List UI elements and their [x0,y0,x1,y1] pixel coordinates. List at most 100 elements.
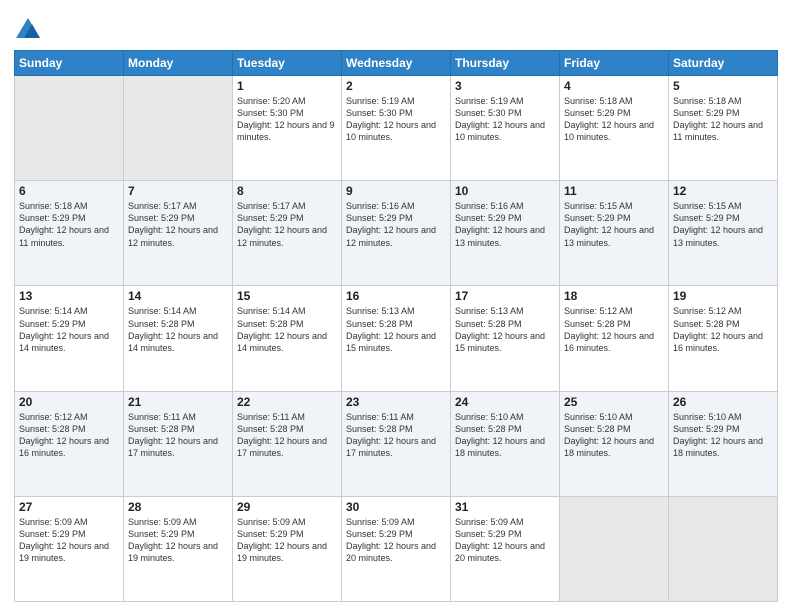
day-number: 16 [346,289,446,303]
calendar-cell: 1Sunrise: 5:20 AMSunset: 5:30 PMDaylight… [233,76,342,181]
calendar-cell: 27 Sunrise: 5:09 AMSunset: 5:29 PMDayligh… [15,496,124,601]
day-number: 3 [455,79,555,93]
day-number: 6 [19,184,119,198]
header-day-wednesday: Wednesday [342,51,451,76]
calendar-cell [560,496,669,601]
day-number: 4 [564,79,664,93]
day-info: Sunrise: 5:09 AMSunset: 5:29 PMDaylight:… [455,516,555,565]
header-row: SundayMondayTuesdayWednesdayThursdayFrid… [15,51,778,76]
calendar-cell: 19Sunrise: 5:12 AMSunset: 5:28 PMDayligh… [669,286,778,391]
week-row-3: 13Sunrise: 5:14 AMSunset: 5:29 PMDayligh… [15,286,778,391]
day-number: 27 [19,500,119,514]
week-row-4: 20Sunrise: 5:12 AMSunset: 5:28 PMDayligh… [15,391,778,496]
calendar-cell: 2Sunrise: 5:19 AMSunset: 5:30 PMDaylight… [342,76,451,181]
day-info: Sunrise: 5:09 AMSunset: 5:29 PMDaylight:… [19,516,119,565]
day-info: Sunrise: 5:11 AMSunset: 5:28 PMDaylight:… [346,411,446,460]
header-day-thursday: Thursday [451,51,560,76]
calendar-cell: 17 Sunrise: 5:13 AMSunset: 5:28 PMDayligh… [451,286,560,391]
day-info: Sunrise: 5:13 AMSunset: 5:28 PMDaylight:… [455,305,555,354]
header-day-monday: Monday [124,51,233,76]
week-row-1: 1Sunrise: 5:20 AMSunset: 5:30 PMDaylight… [15,76,778,181]
calendar: SundayMondayTuesdayWednesdayThursdayFrid… [14,50,778,602]
calendar-cell: 23 Sunrise: 5:11 AMSunset: 5:28 PMDayligh… [342,391,451,496]
day-number: 25 [564,395,664,409]
calendar-cell: 11Sunrise: 5:15 AMSunset: 5:29 PMDayligh… [560,181,669,286]
calendar-cell: 4 Sunrise: 5:18 AMSunset: 5:29 PMDaylight… [560,76,669,181]
day-number: 7 [128,184,228,198]
day-info: Sunrise: 5:18 AMSunset: 5:29 PMDaylight:… [564,95,664,144]
day-number: 17 [455,289,555,303]
day-info: Sunrise: 5:10 AMSunset: 5:28 PMDaylight:… [455,411,555,460]
calendar-cell [124,76,233,181]
day-info: Sunrise: 5:17 AMSunset: 5:29 PMDaylight:… [128,200,228,249]
logo-icon [14,16,42,44]
calendar-cell: 13Sunrise: 5:14 AMSunset: 5:29 PMDayligh… [15,286,124,391]
calendar-cell [15,76,124,181]
day-info: Sunrise: 5:13 AMSunset: 5:28 PMDaylight:… [346,305,446,354]
day-number: 29 [237,500,337,514]
day-number: 22 [237,395,337,409]
day-number: 30 [346,500,446,514]
calendar-cell: 7 Sunrise: 5:17 AMSunset: 5:29 PMDaylight… [124,181,233,286]
calendar-cell: 26 Sunrise: 5:10 AMSunset: 5:29 PMDayligh… [669,391,778,496]
calendar-cell: 10 Sunrise: 5:16 AMSunset: 5:29 PMDayligh… [451,181,560,286]
day-info: Sunrise: 5:10 AMSunset: 5:28 PMDaylight:… [564,411,664,460]
logo [14,14,44,44]
day-info: Sunrise: 5:14 AMSunset: 5:29 PMDaylight:… [19,305,119,354]
day-number: 31 [455,500,555,514]
header [14,10,778,44]
day-info: Sunrise: 5:11 AMSunset: 5:28 PMDaylight:… [237,411,337,460]
day-number: 24 [455,395,555,409]
calendar-cell: 6 Sunrise: 5:18 AMSunset: 5:29 PMDaylight… [15,181,124,286]
day-info: Sunrise: 5:15 AMSunset: 5:29 PMDaylight:… [564,200,664,249]
calendar-cell: 3 Sunrise: 5:19 AMSunset: 5:30 PMDaylight… [451,76,560,181]
week-row-5: 27 Sunrise: 5:09 AMSunset: 5:29 PMDayligh… [15,496,778,601]
day-number: 10 [455,184,555,198]
day-number: 14 [128,289,228,303]
calendar-cell: 29 Sunrise: 5:09 AMSunset: 5:29 PMDayligh… [233,496,342,601]
day-info: Sunrise: 5:12 AMSunset: 5:28 PMDaylight:… [19,411,119,460]
day-info: Sunrise: 5:09 AMSunset: 5:29 PMDaylight:… [237,516,337,565]
day-info: Sunrise: 5:16 AMSunset: 5:29 PMDaylight:… [455,200,555,249]
day-number: 28 [128,500,228,514]
calendar-cell: 5Sunrise: 5:18 AMSunset: 5:29 PMDaylight… [669,76,778,181]
day-number: 21 [128,395,228,409]
calendar-body: 1Sunrise: 5:20 AMSunset: 5:30 PMDaylight… [15,76,778,602]
day-info: Sunrise: 5:15 AMSunset: 5:29 PMDaylight:… [673,200,773,249]
calendar-cell: 18Sunrise: 5:12 AMSunset: 5:28 PMDayligh… [560,286,669,391]
calendar-cell: 14Sunrise: 5:14 AMSunset: 5:28 PMDayligh… [124,286,233,391]
calendar-cell: 22 Sunrise: 5:11 AMSunset: 5:28 PMDayligh… [233,391,342,496]
day-number: 8 [237,184,337,198]
day-number: 18 [564,289,664,303]
header-day-sunday: Sunday [15,51,124,76]
day-number: 15 [237,289,337,303]
calendar-cell [669,496,778,601]
header-day-tuesday: Tuesday [233,51,342,76]
day-info: Sunrise: 5:18 AMSunset: 5:29 PMDaylight:… [19,200,119,249]
day-number: 1 [237,79,337,93]
calendar-cell: 9Sunrise: 5:16 AMSunset: 5:29 PMDaylight… [342,181,451,286]
calendar-header: SundayMondayTuesdayWednesdayThursdayFrid… [15,51,778,76]
day-info: Sunrise: 5:19 AMSunset: 5:30 PMDaylight:… [455,95,555,144]
calendar-cell: 28 Sunrise: 5:09 AMSunset: 5:29 PMDayligh… [124,496,233,601]
calendar-cell: 15 Sunrise: 5:14 AMSunset: 5:28 PMDayligh… [233,286,342,391]
calendar-cell: 31 Sunrise: 5:09 AMSunset: 5:29 PMDayligh… [451,496,560,601]
day-number: 5 [673,79,773,93]
day-number: 26 [673,395,773,409]
header-day-friday: Friday [560,51,669,76]
day-info: Sunrise: 5:10 AMSunset: 5:29 PMDaylight:… [673,411,773,460]
day-number: 23 [346,395,446,409]
day-number: 12 [673,184,773,198]
day-info: Sunrise: 5:09 AMSunset: 5:29 PMDaylight:… [128,516,228,565]
calendar-cell: 12 Sunrise: 5:15 AMSunset: 5:29 PMDayligh… [669,181,778,286]
day-info: Sunrise: 5:17 AMSunset: 5:29 PMDaylight:… [237,200,337,249]
calendar-cell: 16 Sunrise: 5:13 AMSunset: 5:28 PMDayligh… [342,286,451,391]
calendar-cell: 24 Sunrise: 5:10 AMSunset: 5:28 PMDayligh… [451,391,560,496]
header-day-saturday: Saturday [669,51,778,76]
day-info: Sunrise: 5:19 AMSunset: 5:30 PMDaylight:… [346,95,446,144]
day-info: Sunrise: 5:14 AMSunset: 5:28 PMDaylight:… [237,305,337,354]
day-info: Sunrise: 5:16 AMSunset: 5:29 PMDaylight:… [346,200,446,249]
page: SundayMondayTuesdayWednesdayThursdayFrid… [0,0,792,612]
day-number: 19 [673,289,773,303]
day-info: Sunrise: 5:11 AMSunset: 5:28 PMDaylight:… [128,411,228,460]
